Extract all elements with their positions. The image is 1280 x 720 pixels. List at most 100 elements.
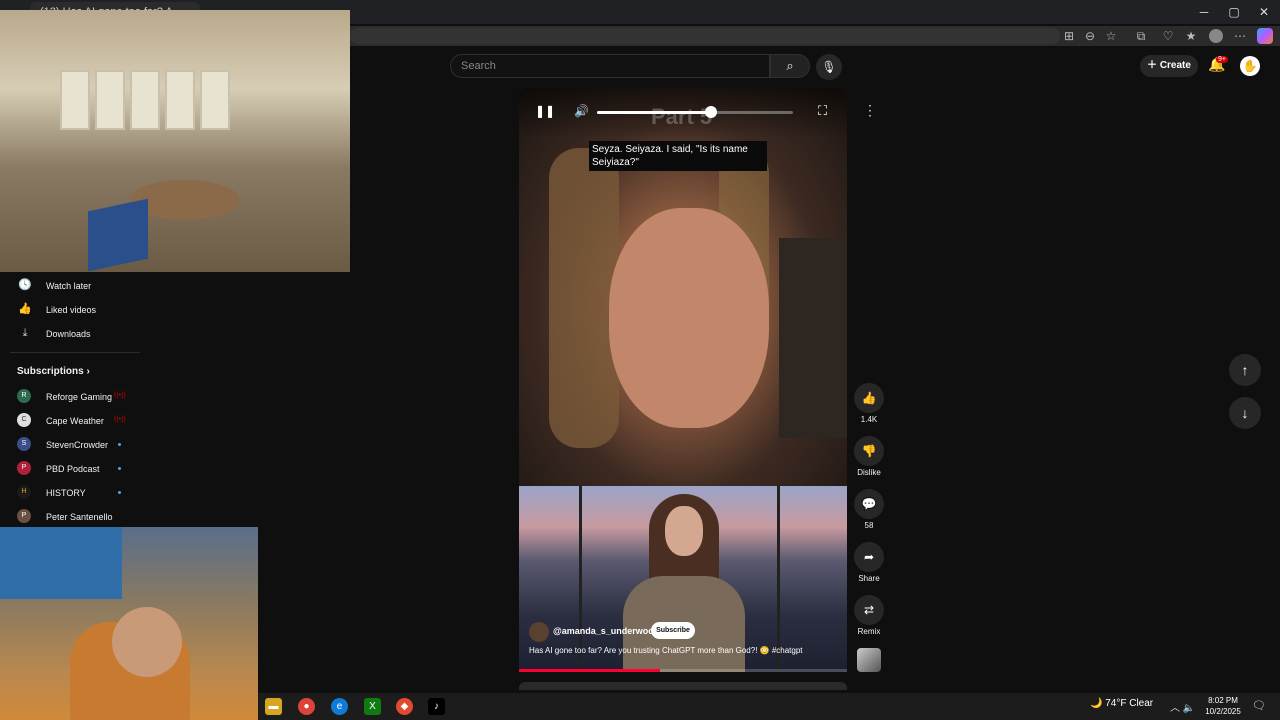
new-content-dot-icon: [118, 491, 121, 494]
sidebar-item-label: Liked videos: [46, 305, 97, 315]
system-tray[interactable]: ︿ 🔈: [1170, 699, 1195, 714]
apps-icon[interactable]: ⊞: [1061, 28, 1077, 44]
webcam-overlay-streamer: [0, 527, 258, 720]
sidebar: 🕓 Watch later 👍 Liked videos ⤓ Downloads…: [0, 272, 140, 527]
subscription-label: HISTORY: [46, 488, 86, 498]
sidebar-item-subscription[interactable]: P PBD Podcast: [0, 457, 140, 479]
channel-avatar: P: [17, 509, 31, 523]
short-title[interactable]: Has AI gone too far? Are you trusting Ch…: [529, 646, 839, 655]
new-content-dot-icon: [118, 443, 121, 446]
sound-thumbnail[interactable]: [857, 648, 881, 672]
channel-avatar: C: [17, 413, 31, 427]
channel-avatar: S: [17, 437, 31, 451]
sidebar-item-subscription[interactable]: S StevenCrowder: [0, 433, 140, 455]
volume-slider-handle[interactable]: [704, 106, 717, 118]
volume-slider[interactable]: [597, 106, 793, 118]
live-indicator-icon: ((•)): [114, 392, 126, 399]
fullscreen-button[interactable]: ⛶: [818, 103, 827, 119]
sidebar-item-liked-videos[interactable]: 👍 Liked videos: [0, 298, 140, 320]
like-count: 1.4K: [860, 415, 878, 424]
copilot-icon[interactable]: [1257, 28, 1273, 44]
maximize-button[interactable]: ▢: [1220, 3, 1248, 21]
sidebar-item-downloads[interactable]: ⤓ Downloads: [0, 322, 140, 344]
favorite-star-icon[interactable]: ☆: [1103, 28, 1119, 44]
comments-button[interactable]: 💬 58: [852, 489, 886, 530]
voice-search-button[interactable]: 🎙: [816, 54, 842, 80]
remix-label: Remix: [857, 627, 881, 636]
comment-icon: 💬: [854, 489, 884, 519]
weather-widget[interactable]: 🌙 74°F Clear: [1090, 698, 1153, 709]
subscriptions-heading-label: Subscriptions: [17, 366, 84, 377]
vertical-dots-icon: ⋮: [863, 102, 877, 118]
address-field[interactable]: [350, 28, 1060, 44]
pause-button[interactable]: ❚❚: [535, 104, 555, 118]
channel-name[interactable]: @amanda_s_underwood: [553, 626, 659, 636]
download-icon: ⤓: [22, 327, 28, 339]
thumbs-up-icon: 👍: [854, 383, 884, 413]
subscriptions-heading[interactable]: Subscriptions ›: [17, 366, 90, 377]
favorites-icon[interactable]: ★: [1183, 28, 1199, 44]
clock-date: 10/2/2025: [1205, 707, 1241, 716]
next-short-button[interactable]: ↓: [1229, 397, 1261, 429]
sidebar-item-subscription[interactable]: C Cape Weather ((•)): [0, 409, 140, 431]
notification-badge: 9+: [1216, 56, 1228, 63]
dislike-label: Dislike: [857, 468, 881, 477]
subscription-label: Peter Santenello: [46, 512, 113, 522]
profile-icon[interactable]: [1209, 29, 1223, 43]
more-options-button[interactable]: ⋮: [860, 102, 880, 122]
search-icon: ⌕: [786, 58, 794, 73]
like-button[interactable]: 👍 1.4K: [852, 383, 886, 424]
search-button[interactable]: ⌕: [770, 54, 810, 78]
moon-icon: 🌙: [1090, 698, 1103, 709]
channel-avatar[interactable]: [529, 622, 549, 642]
live-indicator-icon: ((•)): [114, 416, 126, 423]
create-label: Create: [1159, 60, 1191, 71]
webcam-overlay-room: [0, 10, 350, 272]
volume-button[interactable]: 🔊: [574, 104, 589, 118]
edge-icon[interactable]: e: [331, 698, 348, 715]
dislike-button[interactable]: 👎 Dislike: [852, 436, 886, 477]
chrome-icon[interactable]: ●: [298, 698, 315, 715]
search-input[interactable]: Search: [450, 54, 770, 78]
more-icon[interactable]: ⋯: [1232, 28, 1248, 44]
browser-essentials-icon[interactable]: ♡: [1160, 28, 1176, 44]
subscription-label: Cape Weather: [46, 416, 104, 426]
comment-count: 58: [864, 521, 874, 530]
previous-short-button[interactable]: ↑: [1229, 354, 1261, 386]
clock-time: 8:02 PM: [1208, 696, 1238, 705]
zoom-icon[interactable]: ⊖: [1082, 28, 1098, 44]
xbox-icon[interactable]: X: [364, 698, 381, 715]
sidebar-item-subscription[interactable]: R Reforge Gaming ((•)): [0, 385, 140, 407]
sidebar-item-label: Downloads: [46, 329, 91, 339]
microphone-icon: 🎙: [821, 60, 837, 74]
file-explorer-icon[interactable]: ▬: [265, 698, 282, 715]
sidebar-divider: [10, 352, 140, 353]
sidebar-item-subscription[interactable]: P Peter Santenello: [0, 505, 140, 527]
minimize-button[interactable]: ─: [1190, 3, 1218, 21]
caption-text: Seyza. Seiyaza. I said, "Is its name Sei…: [589, 141, 767, 171]
taskbar-clock[interactable]: 8:02 PM 10/2/2025: [1200, 695, 1246, 717]
brave-icon[interactable]: ◆: [396, 698, 413, 715]
plus-icon: ＋: [1147, 60, 1160, 71]
share-arrow-icon: ➦: [854, 542, 884, 572]
short-video-player[interactable]: Part 5 ❚❚ 🔊 ⛶ Seyza. Seiyaza. I said, "I…: [519, 88, 847, 486]
notification-center-icon[interactable]: 🗨: [1252, 699, 1266, 712]
next-short-preview[interactable]: @amanda_s_underwood Subscribe Has AI gon…: [519, 486, 847, 672]
share-button[interactable]: ➦ Share: [852, 542, 886, 583]
remix-button[interactable]: ⇄ Remix: [852, 595, 886, 636]
extensions-icon[interactable]: ⧉: [1133, 28, 1149, 44]
account-avatar[interactable]: ✋: [1240, 56, 1260, 76]
volume-slider-fill: [597, 111, 711, 114]
thumbs-up-icon: 👍: [18, 303, 32, 315]
sidebar-item-subscription[interactable]: H HISTORY: [0, 481, 140, 503]
short-progress-bar[interactable]: [519, 669, 847, 672]
subscribe-button[interactable]: Subscribe: [651, 622, 695, 639]
close-window-button[interactable]: ✕: [1250, 3, 1278, 21]
create-button[interactable]: ＋ Create: [1140, 55, 1198, 77]
tiktok-icon[interactable]: ♪: [428, 698, 445, 715]
share-label: Share: [858, 574, 880, 583]
sidebar-item-watch-later[interactable]: 🕓 Watch later: [0, 274, 140, 296]
remix-icon: ⇄: [854, 595, 884, 625]
video-overlay-text: Part 5: [651, 104, 713, 129]
arrow-up-icon: ↑: [1241, 362, 1249, 378]
